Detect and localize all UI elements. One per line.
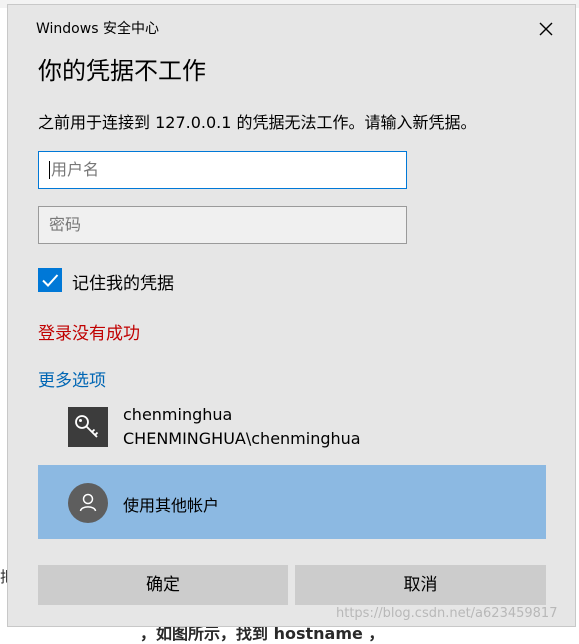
cancel-button[interactable]: 取消 xyxy=(295,565,546,605)
dialog-message: 之前用于连接到 127.0.0.1 的凭据无法工作。请输入新凭据。 xyxy=(38,113,477,132)
login-error-message: 登录没有成功 xyxy=(38,324,140,344)
password-field[interactable]: 密码 xyxy=(38,206,407,244)
saved-account-item[interactable]: chenminghua CHENMINGHUA\chenminghua xyxy=(38,397,546,459)
more-options-link[interactable]: 更多选项 xyxy=(38,366,106,391)
credential-dialog: Windows 安全中心 你的凭据不工作 之前用于连接到 127.0.0.1 的… xyxy=(7,4,576,627)
close-icon xyxy=(539,22,553,36)
ok-button[interactable]: 确定 xyxy=(38,565,288,605)
username-placeholder: 用户名 xyxy=(51,160,100,179)
checkmark-icon xyxy=(42,274,59,287)
account-domain-user: CHENMINGHUA\chenminghua xyxy=(123,429,361,448)
watermark: https://blog.csdn.net/a623459817 xyxy=(336,606,558,621)
use-other-account-label: 使用其他帐户 xyxy=(123,496,220,515)
remember-credentials-checkbox[interactable] xyxy=(38,268,62,292)
remember-credentials-label[interactable]: 记住我的凭据 xyxy=(72,269,174,294)
dialog-heading: 你的凭据不工作 xyxy=(38,57,206,85)
close-button[interactable] xyxy=(534,17,558,41)
window-title: Windows 安全中心 xyxy=(36,21,159,37)
use-other-account-item[interactable]: 使用其他帐户 xyxy=(38,465,546,539)
text-caret xyxy=(49,160,50,179)
password-placeholder: 密码 xyxy=(49,215,82,234)
person-icon xyxy=(68,483,108,523)
account-name: chenminghua xyxy=(123,405,233,424)
key-icon xyxy=(68,407,108,447)
username-field[interactable]: 用户名 xyxy=(38,151,407,189)
